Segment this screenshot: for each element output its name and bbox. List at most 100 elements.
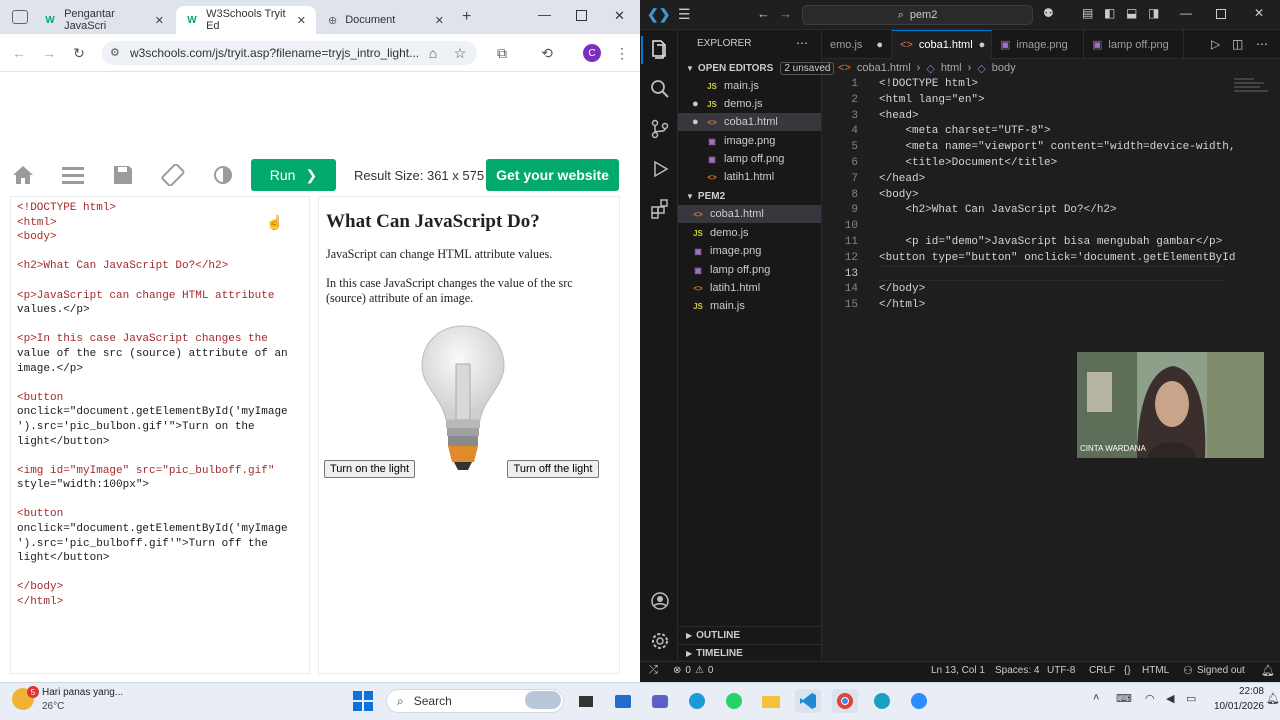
- volume-icon[interactable]: ◀: [1166, 692, 1174, 705]
- notifications-bell-icon[interactable]: 🔔︎: [1261, 664, 1275, 677]
- save-icon[interactable]: [110, 164, 136, 186]
- code-editor[interactable]: 1 2 3 4 5 6 7 8 9 10 11 12 13 14 15 <!DOCTYPE html> <htm…: [822, 76, 1236, 326]
- teams-icon[interactable]: [647, 689, 673, 713]
- unsaved-dot-icon[interactable]: ●: [979, 39, 986, 51]
- nav-forward-icon[interactable]: →: [779, 6, 792, 21]
- run-debug-icon[interactable]: [649, 158, 671, 180]
- encoding[interactable]: UTF-8: [1047, 665, 1075, 676]
- open-editor-item-active[interactable]: ● <> coba1.html: [678, 113, 821, 131]
- run-button[interactable]: Run ❯: [251, 159, 336, 191]
- language-mode[interactable]: HTML: [1142, 665, 1169, 676]
- breadcrumb-file[interactable]: coba1.html: [857, 62, 911, 74]
- site-info-icon[interactable]: ⚙: [110, 46, 120, 59]
- split-editor-icon[interactable]: ◫: [1232, 37, 1243, 51]
- weather-text[interactable]: Hari panas yang...: [42, 687, 123, 698]
- remote-icon[interactable]: ⤮: [649, 664, 658, 677]
- menu-icon[interactable]: [60, 164, 86, 186]
- theme-toggle-icon[interactable]: [210, 164, 236, 186]
- history-icon[interactable]: ⟲: [538, 44, 556, 62]
- settings-gear-icon[interactable]: [649, 630, 671, 652]
- close-window-icon[interactable]: ✕: [1254, 6, 1264, 20]
- notifications-icon[interactable]: 🔔︎: [1266, 692, 1280, 705]
- browser-tab-document[interactable]: ⊕ Document ✕: [318, 6, 454, 34]
- search-icon[interactable]: [649, 78, 671, 100]
- sign-in-status[interactable]: Signed out: [1197, 665, 1245, 676]
- indentation[interactable]: Spaces: 4: [995, 665, 1039, 676]
- copilot-icon[interactable]: ⚉: [1043, 6, 1054, 20]
- breadcrumb-html[interactable]: html: [941, 62, 962, 74]
- file-tree-item[interactable]: JS main.js: [678, 297, 821, 315]
- close-tab-icon[interactable]: ✕: [155, 14, 164, 27]
- task-view-icon[interactable]: [573, 689, 599, 713]
- file-explorer-icon[interactable]: [758, 689, 784, 713]
- home-icon[interactable]: [10, 164, 36, 186]
- tray-chevron-up-icon[interactable]: ˄: [1093, 692, 1099, 704]
- translate-icon[interactable]: ⌂: [424, 44, 442, 62]
- open-editor-item[interactable]: ▣ image.png: [678, 132, 821, 150]
- outline-header[interactable]: ▶ OUTLINE: [678, 626, 821, 644]
- cursor-position[interactable]: Ln 13, Col 1: [931, 665, 985, 676]
- secondary-sidebar-icon[interactable]: ◨: [1148, 6, 1159, 20]
- explorer-icon[interactable]: [649, 38, 671, 60]
- open-editor-item[interactable]: <> latih1.html: [678, 168, 821, 186]
- more-actions-icon[interactable]: ⋯: [1256, 37, 1268, 51]
- profile-avatar[interactable]: C: [583, 44, 601, 62]
- file-tree-item[interactable]: ▣ image.png: [678, 242, 821, 260]
- file-app-icon[interactable]: [610, 689, 636, 713]
- whatsapp-icon[interactable]: [721, 689, 747, 713]
- file-tree-item[interactable]: ▣ lamp off.png: [678, 261, 821, 279]
- bookmark-star-icon[interactable]: ☆: [451, 44, 469, 62]
- turn-off-light-button[interactable]: Turn off the light: [507, 460, 599, 478]
- browser-tab-pengantar[interactable]: W Pengantar JavaScri ✕: [34, 6, 174, 34]
- editor-tab[interactable]: ▣ image.png: [992, 30, 1084, 59]
- close-tab-icon[interactable]: ✕: [297, 14, 306, 27]
- source-control-icon[interactable]: [649, 118, 671, 140]
- reload-icon[interactable]: ↻: [70, 44, 88, 62]
- editor-tab[interactable]: emo.js ●: [822, 30, 892, 59]
- edge-browser-icon[interactable]: [684, 689, 710, 713]
- unsaved-dot-icon[interactable]: ●: [876, 39, 883, 51]
- run-icon[interactable]: ▷: [1211, 37, 1220, 51]
- zoom-icon[interactable]: [906, 689, 932, 713]
- chrome-taskbar-icon[interactable]: [832, 689, 858, 713]
- sidebar-toggle-icon[interactable]: ◧: [1104, 6, 1115, 20]
- clock-time[interactable]: 22:08: [1212, 686, 1264, 697]
- browser-tab-tryit[interactable]: W W3Schools Tryit Ed ✕: [176, 6, 316, 34]
- timeline-header[interactable]: ▶ TIMELINE: [678, 644, 821, 662]
- new-tab-button[interactable]: +: [462, 8, 471, 26]
- address-bar[interactable]: w3schools.com/js/tryit.asp?filename=tryj…: [102, 41, 477, 65]
- tab-search-icon[interactable]: [12, 10, 28, 24]
- language-icon[interactable]: ⌨: [1116, 692, 1132, 705]
- hamburger-menu-icon[interactable]: ☰: [678, 6, 691, 23]
- turn-on-light-button[interactable]: Turn on the light: [324, 460, 415, 478]
- editor-tab[interactable]: ▣ lamp off.png: [1084, 30, 1184, 59]
- windows-start-icon[interactable]: [350, 689, 376, 713]
- rotate-icon[interactable]: [160, 164, 186, 186]
- file-tree-item[interactable]: JS demo.js: [678, 224, 821, 242]
- minimize-icon[interactable]: —: [538, 7, 551, 22]
- file-tree-item-active[interactable]: <> coba1.html: [678, 205, 821, 223]
- file-tree-item[interactable]: <> latih1.html: [678, 279, 821, 297]
- more-actions-icon[interactable]: ⋯: [796, 36, 808, 50]
- source-code-editor[interactable]: <!DOCTYPE html> <html> <body> <h2>What Can …: [10, 196, 310, 674]
- open-editor-item[interactable]: JS main.js: [678, 77, 821, 95]
- open-editors-header[interactable]: ▼ OPEN EDITORS 2 unsaved: [678, 59, 835, 77]
- breadcrumb-body[interactable]: body: [992, 62, 1016, 74]
- back-icon[interactable]: ←: [10, 44, 28, 62]
- nav-back-icon[interactable]: ←: [757, 6, 770, 21]
- close-window-icon[interactable]: ✕: [614, 8, 625, 24]
- forward-icon[interactable]: →: [40, 44, 58, 62]
- browser-app-icon[interactable]: [869, 689, 895, 713]
- close-tab-icon[interactable]: ✕: [435, 14, 444, 27]
- maximize-icon[interactable]: [576, 10, 587, 21]
- line-ending[interactable]: CRLF: [1089, 665, 1115, 676]
- clock-date[interactable]: 10/01/2026: [1204, 701, 1264, 712]
- command-center-search[interactable]: ⌕ pem2: [802, 5, 1033, 25]
- problems-indicator[interactable]: ⊗ 0 ⚠ 0: [673, 665, 713, 676]
- editor-tab-active[interactable]: <> coba1.html ●: [892, 30, 992, 59]
- menu-kebab-icon[interactable]: ⋮: [613, 44, 631, 62]
- folder-header[interactable]: ▼ PEM2: [678, 187, 821, 205]
- open-editor-item[interactable]: ● JS demo.js: [678, 95, 821, 113]
- layout-icon[interactable]: ▤: [1082, 6, 1093, 20]
- maximize-icon[interactable]: [1216, 9, 1226, 19]
